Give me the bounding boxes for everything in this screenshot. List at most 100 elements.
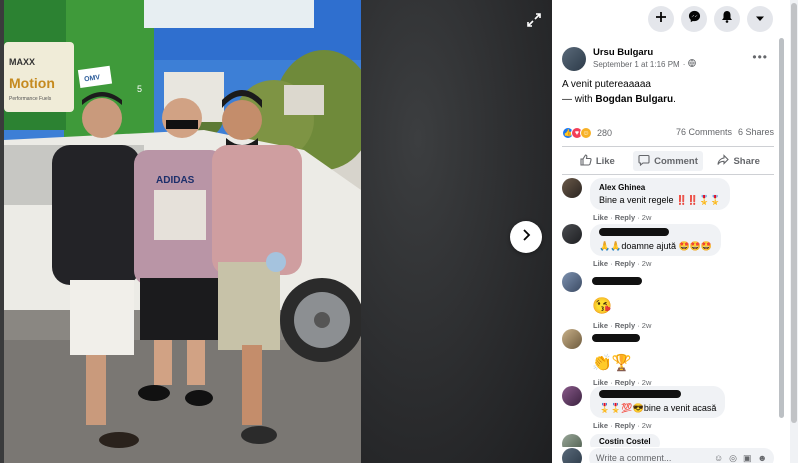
messenger-icon [688,10,701,28]
notifications-button[interactable] [714,6,740,32]
commenter-avatar[interactable] [562,178,582,198]
comment-like-link[interactable]: Like [593,421,608,430]
comment-composer: Write a comment... ☺ ◎ ▣ ☻ [562,447,774,463]
window-scrollbar[interactable] [790,0,798,463]
comment-text: 🙏🙏doamne ajută 🤩🤩🤩 [599,241,713,251]
with-prefix: — with [562,94,596,105]
comment-item: 👏🏆 Like · Reply · 2w [562,329,774,387]
camera-icon[interactable]: ◎ [729,453,737,463]
tagged-person-link[interactable]: Bogdan Bulgaru [595,94,673,105]
comment-reply-link[interactable]: Reply [615,421,635,430]
comment-text: 👏🏆 [592,355,632,372]
comment-input-placeholder: Write a comment... [596,453,672,463]
post-meta: September 1 at 1:16 PM · [593,59,697,71]
comment-item: 🎖️🎖️💯😎bine a venit acasă Like · Reply · … [562,386,774,430]
sign-text-fuels: Performance Fuels [9,96,52,102]
comments-count-link[interactable]: 76 Comments [676,127,732,139]
globe-icon [688,59,697,71]
post-date[interactable]: September 1 at 1:16 PM [593,59,680,71]
comment-bubble: Alex Ghinea Bine a venit regele ‼️‼️🎖️🎖️ [590,178,730,210]
comment-actions: Like · Reply · 2w [593,213,652,222]
like-label: Like [595,155,615,167]
meta-separator: · [682,60,686,69]
divider [562,174,774,175]
account-menu-button[interactable] [747,6,773,32]
caret-down-icon [755,10,765,28]
emoji-icon[interactable]: ☺ [714,453,723,463]
comment-time[interactable]: 2w [642,259,652,268]
panel-scrollbar[interactable] [779,38,784,418]
thumbs-up-icon [580,153,592,169]
create-button[interactable] [648,6,674,32]
comment-time[interactable]: 2w [642,421,652,430]
top-bar [552,0,800,38]
chevron-right-icon [520,228,532,247]
pump-number: 5 [137,84,142,94]
care-reaction-icon: ☺ [580,127,592,139]
reaction-icons: 👍 ♥ ☺ [562,127,592,139]
share-label: Share [733,155,760,167]
commenter-avatar[interactable] [562,224,582,244]
comment-reply-link[interactable]: Reply [615,259,635,268]
commenter-name-redacted [599,228,712,240]
author-name[interactable]: Ursu Bulgaru [593,47,696,59]
post-message: A venit putereaaaaa [562,79,651,90]
next-photo-button[interactable] [510,221,542,253]
like-button[interactable]: Like [562,151,633,171]
sign-text-maxx: MAXX [9,57,35,67]
comment-bubble: 🙏🙏doamne ajută 🤩🤩🤩 [590,224,722,256]
post-text: A venit putereaaaaa — with Bogdan Bulgar… [552,71,800,107]
share-button[interactable]: Share [703,151,774,171]
shirt-text: ADIDAS [156,175,195,186]
comment-reply-link[interactable]: Reply [615,213,635,222]
fb-photo-viewer: MAXX Motion Performance Fuels OMV 5 ADID… [0,0,800,463]
comment-button[interactable]: Comment [632,151,704,171]
post-side-panel: Ursu Bulgaru September 1 at 1:16 PM · ••… [552,0,800,463]
gif-icon[interactable]: ▣ [743,453,752,463]
reaction-count: 280 [597,128,613,138]
comment-bubble: 🎖️🎖️💯😎bine a venit acasă [590,386,726,418]
commenter-avatar[interactable] [562,386,582,406]
comment-time[interactable]: 2w [642,213,652,222]
comment-text: 🎖️🎖️💯😎bine a venit acasă [599,403,717,413]
commenter-avatar[interactable] [562,329,582,349]
post-photo[interactable]: MAXX Motion Performance Fuels OMV 5 ADID… [4,0,361,463]
tagged-line: — with Bogdan Bulgaru. [562,92,790,107]
post-stats: 👍 ♥ ☺ 280 76 Comments 6 Shares [562,127,774,139]
comment-input[interactable]: Write a comment... ☺ ◎ ▣ ☻ [589,448,774,463]
comment-icon [638,154,650,169]
current-user-avatar [562,448,582,463]
comment-actions: Like · Reply · 2w [593,421,652,430]
commenter-name[interactable]: Alex Ghinea [599,182,721,194]
comment-like-link[interactable]: Like [593,259,608,268]
post-options-button[interactable]: ••• [752,50,768,64]
commenter-name-redacted [599,390,716,402]
author-avatar[interactable] [562,47,586,71]
comment-like-link[interactable]: Like [593,213,608,222]
sticker-icon[interactable]: ☻ [758,453,767,463]
comment-label: Comment [654,155,698,167]
photo-viewer: MAXX Motion Performance Fuels OMV 5 ADID… [0,0,552,463]
post-header: Ursu Bulgaru September 1 at 1:16 PM · ••… [552,38,800,71]
plus-icon [655,10,667,28]
comment-bubble: 😘 [590,272,651,318]
bell-icon [721,10,733,28]
expand-icon[interactable] [522,8,546,32]
comment-text: Bine a venit regele ‼️‼️🎖️🎖️ [599,195,721,205]
shares-count-link[interactable]: 6 Shares [738,127,774,139]
post-actions: Like Comment Share [562,151,774,171]
commenter-name-redacted [592,329,651,347]
with-suffix: . [673,94,676,105]
divider [562,146,774,147]
messenger-button[interactable] [681,6,707,32]
share-icon [717,153,730,169]
commenter-avatar[interactable] [562,272,582,292]
reactions-summary[interactable]: 👍 ♥ ☺ 280 [562,127,612,139]
comment-item: Alex Ghinea Bine a venit regele ‼️‼️🎖️🎖️… [562,178,774,222]
comment-item: 😘 Like · Reply · 2w [562,272,774,330]
comment-actions: Like · Reply · 2w [593,259,652,268]
sign-text-motion: Motion [9,75,55,91]
comment-text: 😘 [592,298,612,315]
comment-item: 🙏🙏doamne ajută 🤩🤩🤩 Like · Reply · 2w [562,224,774,268]
comment-bubble: 👏🏆 [590,329,651,375]
